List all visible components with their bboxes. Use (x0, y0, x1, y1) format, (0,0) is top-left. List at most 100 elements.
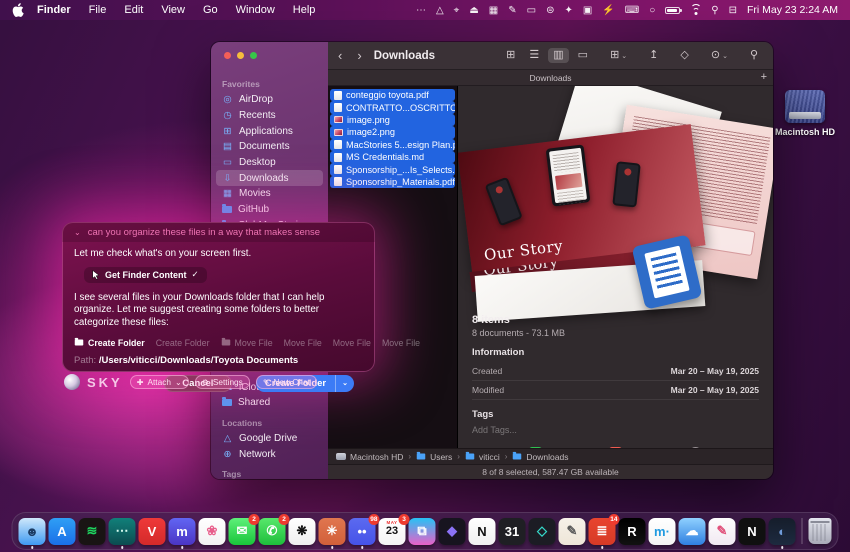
sidebar-item-documents[interactable]: ▤Documents (216, 139, 323, 155)
file-row-image2-png[interactable]: image2.png (330, 126, 455, 138)
sidebar-item-movies[interactable]: ▦Movies (216, 186, 323, 202)
battery-icon[interactable] (665, 7, 680, 14)
sidebar-item-github[interactable]: GitHub (216, 202, 323, 218)
dock-macstories[interactable]: m· (649, 518, 676, 545)
menu-file[interactable]: File (80, 4, 116, 16)
sidebar-item-shared[interactable]: Shared (216, 395, 323, 411)
dock-ivory[interactable]: ⋯ (109, 518, 136, 545)
file-row-conteggio-toyota-pdf[interactable]: conteggio toyota.pdf (330, 89, 455, 101)
dock-todoist[interactable]: ≣14 (589, 518, 616, 545)
dock-cloud-app[interactable]: ☁ (679, 518, 706, 545)
control-center-icon[interactable]: ⊟ (729, 5, 737, 16)
move-file-chip[interactable]: Move File (333, 338, 371, 348)
dock-whatsapp[interactable]: ✆2 (259, 518, 286, 545)
column-view-button[interactable]: ▥ (548, 48, 568, 63)
add-tags-field[interactable]: Add Tags... (472, 425, 759, 435)
group-button[interactable]: ⊞⌄ (605, 48, 632, 63)
dock-spotify[interactable]: ≋ (79, 518, 106, 545)
dropdown-chevron-icon[interactable]: ⌄ (336, 379, 354, 387)
menu-finder[interactable]: Finder (28, 4, 80, 16)
minimize-button[interactable] (237, 52, 244, 59)
menu-go[interactable]: Go (194, 4, 227, 16)
eject-icon[interactable]: ⏏ (469, 5, 478, 16)
dock-trash[interactable] (809, 518, 832, 544)
quick-action-more-[interactable]: ⋯More... (669, 447, 723, 448)
path-segment-users[interactable]: Users (416, 452, 452, 462)
share-button[interactable]: ↥ (644, 48, 663, 63)
dock-notion-calendar[interactable]: N (739, 518, 766, 545)
display-icon[interactable]: ▭ (527, 5, 536, 16)
icon-view-button[interactable]: ⊞ (501, 48, 520, 63)
dock-mastodon[interactable]: m (169, 518, 196, 545)
back-button[interactable]: ‹ (338, 49, 342, 62)
file-row-sponsorship-is-selects-pdf[interactable]: Sponsorship_...Is_Selects.pdf (330, 163, 455, 175)
forward-button[interactable]: › (357, 49, 361, 62)
dock-chatgpt[interactable]: ❋ (289, 518, 316, 545)
keyboard-icon[interactable]: ⌨ (625, 5, 639, 16)
drop-icon[interactable]: ○ (649, 5, 655, 16)
file-row-sponsorship-materials-pdf[interactable]: Sponsorship_Materials.pdf (330, 176, 455, 188)
settings-pill[interactable]: ⚙Settings (195, 375, 250, 389)
clapboard-icon[interactable]: ▦ (489, 5, 498, 16)
dock-notes[interactable]: ✎ (559, 518, 586, 545)
dock-discord[interactable]: ••98 (349, 518, 376, 545)
path-segment-macintosh-hd[interactable]: Macintosh HD (336, 452, 403, 462)
collapse-chevron-icon[interactable]: ⌄ (74, 228, 81, 237)
shapes-icon[interactable]: ✦ (564, 5, 572, 16)
dock-finder[interactable]: ☻ (19, 518, 46, 545)
more-actions-button[interactable]: ⊙⌄ (706, 48, 733, 63)
file-row-image-png[interactable]: image.png (330, 114, 455, 126)
path-segment-downloads[interactable]: Downloads (512, 452, 568, 462)
dock-calendar[interactable]: MAY233 (379, 518, 406, 545)
wifi-icon[interactable] (690, 6, 701, 15)
spotlight-icon[interactable]: ⚲ (711, 5, 718, 16)
sidebar-item-downloads[interactable]: ⇩Downloads (216, 170, 323, 186)
menu-view[interactable]: View (152, 4, 194, 16)
tag-button[interactable]: ◇ (675, 48, 693, 63)
desktop-volume[interactable]: Macintosh HD (771, 90, 839, 137)
stack-icon[interactable]: ⊜ (546, 5, 554, 16)
menu-clock[interactable]: Fri May 23 2:24 AM (747, 4, 838, 16)
new-chat-pill[interactable]: ✎New Chat (256, 375, 317, 389)
quick-action-video-processor-[interactable]: Video Processor (... (589, 447, 643, 448)
search-button[interactable]: ⚲ (745, 48, 763, 63)
create-folder-chip[interactable]: Create Folder (156, 338, 210, 348)
bolt-icon[interactable]: ⚡ (602, 5, 614, 16)
move-file-chip[interactable]: Move File (382, 338, 420, 348)
move-file-chip[interactable]: Move File (284, 338, 322, 348)
sidebar-item-applications[interactable]: ⊞Applications (216, 123, 323, 139)
dock-orion[interactable]: ◐ (769, 518, 796, 545)
menu-help[interactable]: Help (284, 4, 325, 16)
text-box-icon[interactable]: ▣ (583, 5, 592, 16)
sky-logo-icon[interactable] (64, 374, 80, 390)
dock-notion[interactable]: N (469, 518, 496, 545)
file-row-contratto-oscritto-pdf[interactable]: CONTRATTO...OSCRITTO.pdf (330, 101, 455, 113)
dock-claude[interactable]: ✳ (319, 518, 346, 545)
sidebar-item-airdrop[interactable]: ◎AirDrop (216, 92, 323, 108)
dock-messages[interactable]: ✉2 (229, 518, 256, 545)
screen-capture-icon[interactable]: ⌖ (454, 5, 460, 16)
file-row-macstories-5-esign-plan-pdf[interactable]: MacStories 5...esign Plan.pdf (330, 139, 455, 151)
dock-app-store[interactable]: A (49, 518, 76, 545)
dock-busycal[interactable]: 31 (499, 518, 526, 545)
attach-pill[interactable]: ✚Attach⌄ (130, 375, 189, 389)
dock-setapp[interactable]: ◇ (529, 518, 556, 545)
dock-photos[interactable]: ❀ (199, 518, 226, 545)
dock-shortcuts[interactable]: ⧉ (409, 518, 436, 545)
pencil-icon[interactable]: ✎ (508, 5, 516, 16)
dock-craft[interactable]: ✎ (709, 518, 736, 545)
apple-menu[interactable] (12, 3, 24, 17)
dock-vivaldi[interactable]: V (139, 518, 166, 545)
list-view-button[interactable]: ☰ (524, 48, 544, 63)
move-file-chip[interactable]: Move File (221, 338, 273, 348)
sidebar-item-network[interactable]: ⊕Network (216, 446, 323, 462)
menu-window[interactable]: Window (227, 4, 284, 16)
file-row-ms-credentials-md[interactable]: MS Credentials.md (330, 151, 455, 163)
shield-icon[interactable]: △ (436, 5, 444, 16)
dock-reader[interactable]: R (619, 518, 646, 545)
more-status-icon[interactable]: ⋯ (416, 5, 426, 16)
add-column-button[interactable]: + (761, 71, 767, 83)
quick-action-social-clipper[interactable]: Social Clipper (509, 447, 563, 448)
sidebar-item-recents[interactable]: ◷Recents (216, 108, 323, 124)
sidebar-item-desktop[interactable]: ▭Desktop (216, 155, 323, 171)
